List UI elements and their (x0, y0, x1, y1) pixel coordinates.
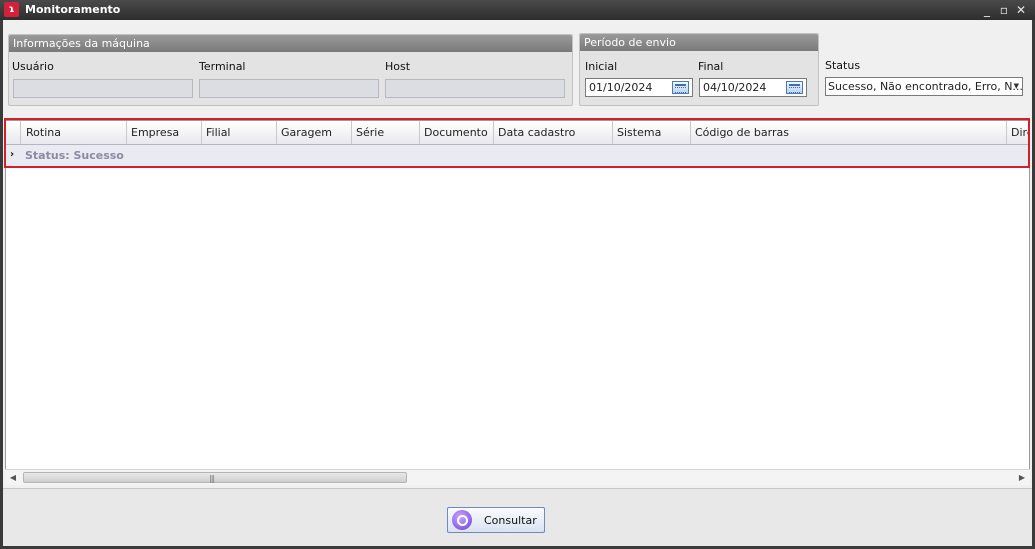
horizontal-scrollbar[interactable]: ◀ ||| ▶ (5, 469, 1030, 485)
row-indicator-header (6, 121, 21, 144)
user-field[interactable] (13, 79, 193, 98)
window-title: Monitoramento (25, 3, 121, 16)
user-label: Usuário (12, 60, 54, 73)
status-select-value: Sucesso, Não encontrado, Erro, N... (828, 80, 1023, 93)
column-header-empresa[interactable]: Empresa (127, 121, 202, 144)
consultar-button[interactable]: Consultar (447, 507, 545, 533)
group-row-label: Status: Sucesso (25, 149, 124, 162)
terminal-field[interactable] (199, 79, 379, 98)
machine-info-header: Informações da máquina (9, 35, 572, 52)
column-header-data-cadastro[interactable]: Data cadastro (494, 121, 613, 144)
row-expand-icon[interactable]: › (10, 149, 14, 160)
minimize-button[interactable]: _ (979, 2, 995, 18)
machine-info-group: Informações da máquina Usuário Terminal … (8, 34, 573, 106)
column-header-sistema[interactable]: Sistema (613, 121, 691, 144)
monitoramento-window: ɿ Monitoramento _ ▫ ✕ Informações da máq… (0, 0, 1035, 549)
consultar-label: Consultar (484, 514, 537, 527)
scroll-right-icon[interactable]: ▶ (1014, 470, 1030, 485)
grid-header: Rotina Empresa Filial Garagem Série Docu… (6, 121, 1029, 145)
maximize-button[interactable]: ▫ (996, 2, 1012, 18)
column-header-codigo-de-barras[interactable]: Código de barras (691, 121, 1007, 144)
period-header: Período de envio (580, 34, 818, 51)
status-select[interactable]: Sucesso, Não encontrado, Erro, N... ▼ (825, 77, 1023, 96)
results-grid[interactable]: Rotina Empresa Filial Garagem Série Docu… (5, 120, 1030, 485)
period-group: Período de envio Inicial Final 01/10/202… (579, 33, 819, 106)
final-calendar-icon[interactable] (786, 81, 803, 94)
group-row-status-sucesso[interactable]: › Status: Sucesso (6, 145, 1029, 167)
terminal-label: Terminal (199, 60, 246, 73)
initial-calendar-icon[interactable] (672, 81, 689, 94)
search-icon (452, 510, 472, 530)
column-header-serie[interactable]: Série (352, 121, 420, 144)
initial-label: Inicial (585, 60, 618, 73)
status-label: Status (825, 59, 861, 72)
column-header-documento[interactable]: Documento (420, 121, 494, 144)
title-bar: ɿ Monitoramento _ ▫ ✕ (0, 0, 1035, 20)
final-label: Final (698, 60, 724, 73)
app-logo-icon: ɿ (4, 2, 19, 17)
host-field[interactable] (385, 79, 565, 98)
client-area: Informações da máquina Usuário Terminal … (3, 20, 1032, 546)
scroll-left-icon[interactable]: ◀ (5, 470, 21, 485)
grip-icon: ||| (209, 474, 215, 483)
column-header-filial[interactable]: Filial (202, 121, 277, 144)
chevron-down-icon[interactable]: ▼ (1014, 78, 1019, 95)
close-button[interactable]: ✕ (1013, 2, 1029, 18)
host-label: Host (385, 60, 411, 73)
column-header-dire[interactable]: Dire (1007, 121, 1029, 144)
column-header-rotina[interactable]: Rotina (22, 121, 127, 144)
scroll-thumb[interactable]: ||| (23, 472, 407, 483)
footer-bar: Consultar (3, 488, 1032, 546)
column-header-garagem[interactable]: Garagem (277, 121, 352, 144)
